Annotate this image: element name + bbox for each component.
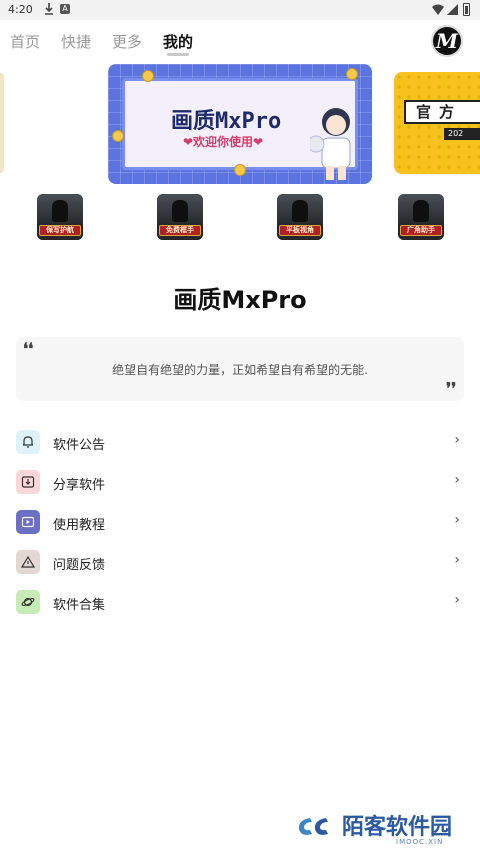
download-icon: [45, 3, 53, 15]
soldier-figure-icon: [292, 200, 308, 222]
tab-mine[interactable]: 我的: [163, 31, 193, 61]
tab-more[interactable]: 更多: [112, 31, 142, 61]
banner-next-slide[interactable]: 官方 202: [394, 72, 480, 174]
feature-label: 广角助手: [400, 225, 442, 236]
menu-label: 分享软件: [53, 478, 106, 493]
open-quote-icon: ❛❛: [23, 339, 34, 358]
soldier-figure-icon: [52, 200, 68, 222]
feature-label: 平板视角: [279, 225, 321, 236]
app-logo[interactable]: M: [431, 25, 463, 57]
tab-home[interactable]: 首页: [10, 31, 40, 61]
top-tabs: 首页 快捷 更多 我的: [10, 31, 214, 61]
feature-label: 免费框手: [159, 225, 201, 236]
feature-tile[interactable]: 平板视角: [277, 194, 323, 240]
menu-label: 软件合集: [53, 598, 106, 613]
status-bar: 4:20 A: [0, 0, 480, 20]
a-notification-icon: A: [60, 4, 70, 14]
tab-mine-label: 我的: [163, 33, 194, 51]
signal-icon: [447, 4, 458, 15]
quote-text: 绝望自有绝望的力量，正如希望自有希望的无能.: [112, 363, 368, 377]
feature-tile[interactable]: 广角助手: [398, 194, 444, 240]
site-watermark: 陌客软件园 IMOOC.XIN: [296, 808, 472, 848]
chevron-right-icon: ›: [454, 592, 460, 608]
menu-label: 问题反馈: [53, 558, 106, 573]
tab-shortcuts-label: 快捷: [61, 33, 92, 51]
menu-item-announcement[interactable]: 软件公告 ›: [16, 430, 464, 456]
feature-tile[interactable]: 免费框手: [157, 194, 203, 240]
logo-letter: M: [435, 29, 459, 53]
anime-girl-illustration: [310, 108, 351, 180]
chevron-right-icon: ›: [454, 432, 460, 448]
wifi-icon: [432, 4, 444, 15]
coin-icon: [142, 70, 154, 82]
coin-icon: [112, 130, 124, 142]
share-download-icon: [21, 476, 35, 488]
coin-icon: [346, 68, 358, 80]
watermark-logo-icon: [298, 818, 328, 835]
menu-label: 使用教程: [53, 518, 106, 533]
menu-icon-box: [16, 550, 40, 574]
planet-icon: [21, 597, 35, 607]
video-play-icon: [21, 516, 35, 528]
menu-icon-box: [16, 430, 40, 454]
chevron-right-icon: ›: [454, 552, 460, 568]
watermark-subtext: IMOOC.XIN: [396, 838, 444, 846]
coin-icon: [234, 164, 246, 176]
banner-next-tag: 官方: [404, 100, 480, 124]
feature-tile[interactable]: 保写护航: [37, 194, 83, 240]
warning-icon: [21, 555, 35, 568]
menu-icon-box: [16, 590, 40, 614]
status-time: 4:20: [8, 3, 33, 16]
bell-icon: [23, 436, 33, 448]
battery-icon: [463, 3, 470, 16]
soldier-figure-icon: [172, 200, 188, 222]
soldier-figure-icon: [413, 200, 429, 222]
menu-label: 软件公告: [53, 438, 106, 453]
feature-label: 保写护航: [39, 225, 81, 236]
quote-card: ❛❛ 绝望自有绝望的力量，正如希望自有希望的无能. ❜❜: [16, 337, 464, 401]
close-quote-icon: ❜❜: [446, 379, 457, 398]
active-tab-indicator: [167, 53, 190, 56]
tab-home-label: 首页: [10, 33, 41, 51]
banner-title: 画质MxPro: [171, 109, 282, 134]
tab-more-label: 更多: [112, 33, 143, 51]
app-name-heading: 画质MxPro: [173, 286, 307, 314]
menu-item-share[interactable]: 分享软件 ›: [16, 470, 464, 496]
menu-icon-box: [16, 510, 40, 534]
watermark-text: 陌客软件园: [342, 814, 453, 840]
banner-subtitle: ❤欢迎你使用❤: [183, 135, 264, 149]
menu-item-feedback[interactable]: 问题反馈 ›: [16, 550, 464, 576]
menu-icon-box: [16, 470, 40, 494]
banner-current-slide[interactable]: 画质MxPro ❤欢迎你使用❤: [108, 64, 372, 184]
banner-next-year: 202: [444, 128, 480, 140]
chevron-right-icon: ›: [454, 512, 460, 528]
menu-item-tutorial[interactable]: 使用教程 ›: [16, 510, 464, 536]
tab-shortcuts[interactable]: 快捷: [61, 31, 91, 61]
banner-previous-slide[interactable]: [0, 73, 4, 173]
menu-item-collection[interactable]: 软件合集 ›: [16, 590, 464, 616]
chevron-right-icon: ›: [454, 472, 460, 488]
